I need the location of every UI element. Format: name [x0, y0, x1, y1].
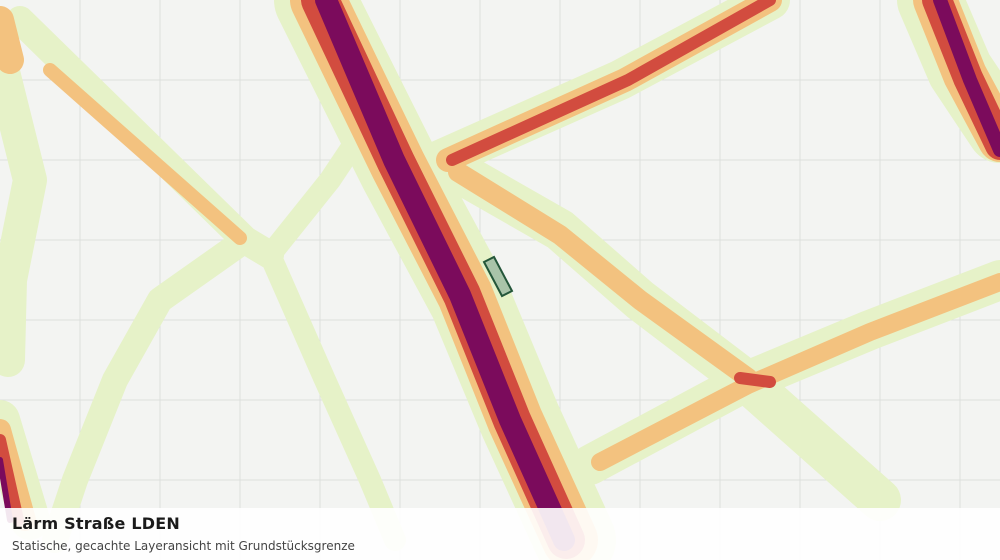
noise-map[interactable] — [0, 0, 1000, 560]
layer-subtitle: Statische, gecachte Layeransicht mit Gru… — [12, 539, 355, 553]
layer-caption: Lärm Straße LDEN Statische, gecachte Lay… — [0, 508, 1000, 560]
layer-title: Lärm Straße LDEN — [12, 514, 180, 533]
